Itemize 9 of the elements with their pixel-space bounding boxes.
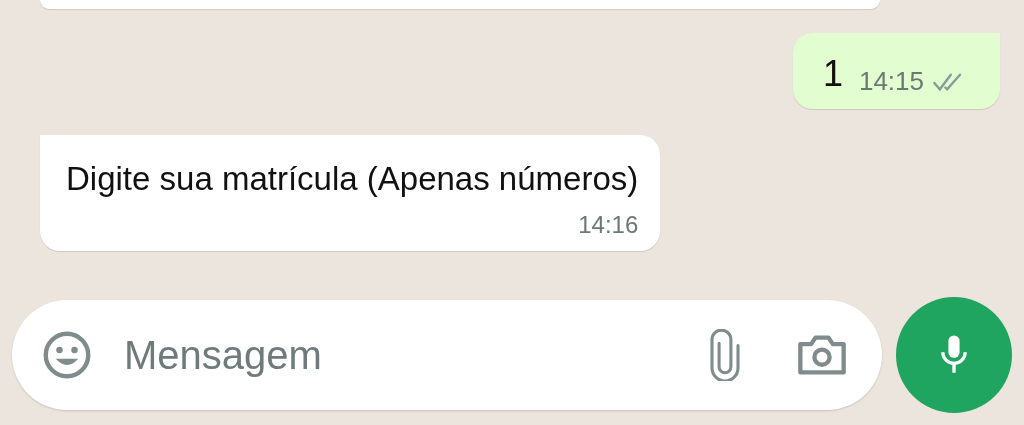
- message-time: 14:16: [578, 211, 639, 239]
- message-text: 1: [822, 52, 843, 96]
- message-field[interactable]: Mensagem: [12, 300, 882, 410]
- camera-icon[interactable]: [796, 333, 848, 377]
- emoji-icon[interactable]: [42, 330, 92, 380]
- message-text: Digite sua matrícula (Apenas números): [66, 159, 639, 199]
- paperclip-icon[interactable]: [710, 329, 740, 381]
- message-input[interactable]: Mensagem: [122, 331, 710, 379]
- message-time: 14:15: [858, 66, 924, 97]
